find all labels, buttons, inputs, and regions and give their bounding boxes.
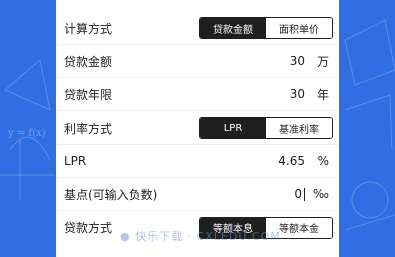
repay-method-option-equal-installment[interactable]: 等额本息	[200, 217, 266, 238]
lpr-unit: %	[317, 154, 329, 168]
basis-points-input-wrap[interactable]: 0	[294, 187, 305, 201]
lpr-input[interactable]: 4.65	[278, 154, 305, 168]
basis-points-label: 基点(可输入负数)	[64, 187, 158, 202]
repay-method-option-equal-principal[interactable]: 等额本金	[266, 217, 332, 238]
calc-method-option-area-price[interactable]: 面积单价	[266, 18, 332, 38]
basis-points-row: 基点(可输入负数) 0 ‰	[56, 178, 339, 211]
repay-method-toggle: 等额本息 等额本金	[199, 216, 333, 239]
loan-term-label: 贷款年限	[64, 87, 113, 102]
lpr-row: LPR 4.65 %	[56, 145, 339, 178]
loan-term-unit: 年	[316, 87, 329, 102]
rate-method-option-base-rate[interactable]: 基准利率	[266, 118, 332, 138]
loan-amount-unit: 万	[316, 54, 329, 69]
calc-method-option-loan-amount[interactable]: 贷款金额	[200, 18, 266, 38]
loan-form-card: 计算方式 贷款金额 面积单价 贷款金额 30 万 贷款年限 30 年 利率方式 …	[56, 0, 339, 257]
loan-amount-input[interactable]: 30	[290, 54, 305, 68]
calc-method-label: 计算方式	[64, 21, 113, 36]
rate-method-toggle: LPR 基准利率	[199, 117, 333, 139]
loan-amount-row: 贷款金额 30 万	[56, 45, 339, 78]
loan-term-input[interactable]: 30	[290, 87, 305, 101]
repay-method-row: 贷款方式 等额本息 等额本金	[56, 211, 339, 244]
rate-method-option-lpr[interactable]: LPR	[200, 118, 266, 138]
rate-method-row: 利率方式 LPR 基准利率	[56, 112, 339, 145]
loan-amount-label: 贷款金额	[64, 54, 113, 69]
lpr-label: LPR	[64, 154, 87, 168]
background-formula: y = f(x)	[7, 128, 46, 139]
text-caret	[304, 188, 305, 201]
basis-points-input[interactable]: 0	[294, 187, 302, 201]
calc-method-row: 计算方式 贷款金额 面积单价	[56, 12, 339, 45]
calc-method-toggle: 贷款金额 面积单价	[199, 17, 333, 39]
loan-term-row: 贷款年限 30 年	[56, 78, 339, 111]
repay-method-label: 贷款方式	[64, 221, 113, 235]
rate-method-label: 利率方式	[64, 121, 113, 136]
basis-points-unit: ‰	[312, 187, 329, 201]
